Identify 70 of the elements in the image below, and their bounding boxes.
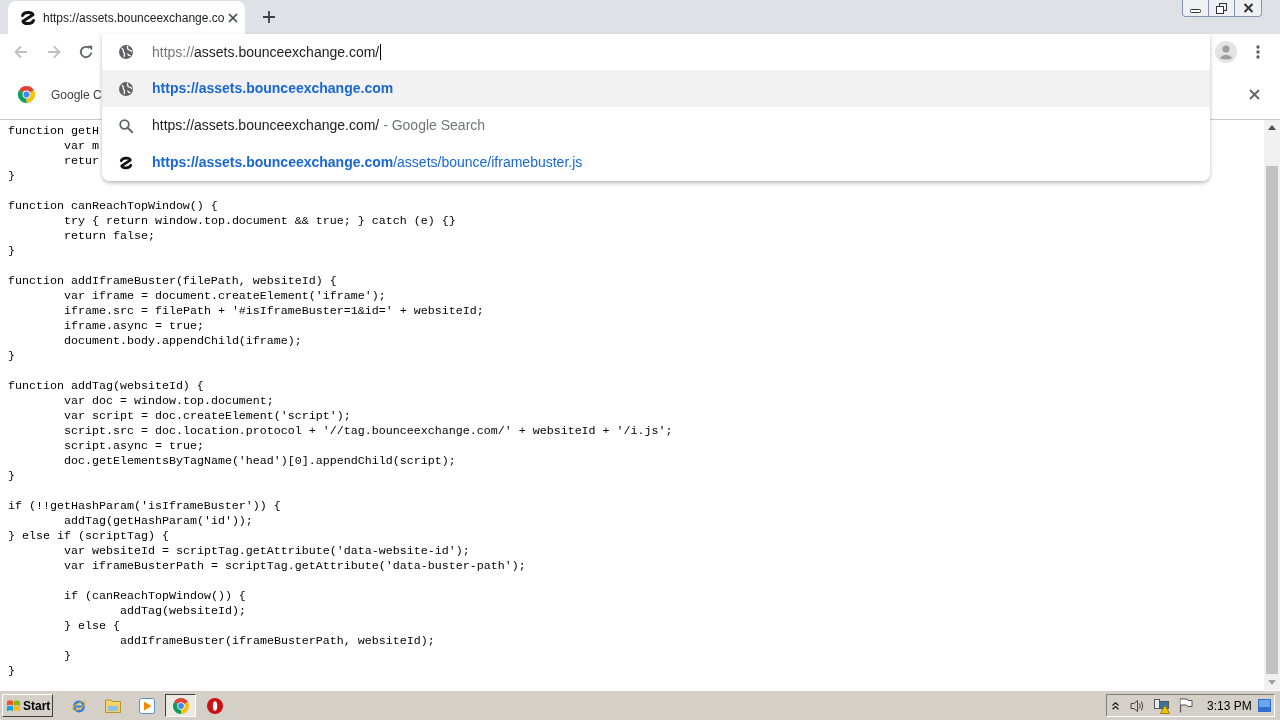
reload-icon[interactable] [79, 45, 93, 59]
scroll-up-arrow-icon[interactable] [1268, 125, 1276, 130]
browser-logo-icon [18, 86, 35, 103]
code-line: addTag(websiteId); [120, 604, 246, 619]
code-line: addTag(getHashParam('id')); [64, 514, 253, 529]
close-icon [1242, 3, 1254, 13]
close-icon[interactable] [228, 12, 238, 23]
plus-icon[interactable] [263, 11, 275, 23]
code-line: function addIframeBuster(filePath, websiteId) { [8, 274, 337, 289]
code-line: function getH [8, 124, 99, 139]
code-line: if (canReachTopWindow()) { [64, 589, 246, 604]
chevron-up-icon[interactable] [1112, 701, 1119, 710]
infobar-text: Google C [51, 86, 102, 104]
search-icon [119, 118, 133, 133]
address-field[interactable]: https://assets.bounceexchange.com/ [102, 34, 1210, 70]
avatar-icon[interactable] [1215, 41, 1237, 63]
code-line: } else if (scriptTag) { [8, 529, 169, 544]
code-line: script.async = true; [64, 439, 204, 454]
suggestion-item[interactable]: https://assets.bounceexchange.com/assets/bounce/iframebuster.js [102, 144, 1210, 181]
suggestion-item[interactable]: https://assets.bounceexchange.com [102, 70, 1210, 107]
code-line: } [8, 169, 15, 184]
code-line: function addTag(websiteId) { [8, 379, 204, 394]
code-line: } [8, 469, 15, 484]
suggestion-item[interactable]: https://assets.bounceexchange.com/ - Google Search [102, 107, 1210, 144]
taskbar-app-button[interactable] [165, 694, 196, 717]
speaker-icon[interactable] [1130, 698, 1145, 713]
menu-icon[interactable] [1256, 45, 1260, 59]
code-line: addIframeBuster(iframeBusterPath, websiteId); [120, 634, 435, 649]
minimize-icon [1190, 8, 1201, 13]
code-line: var websiteId = scriptTag.getAttribute('data-website-id'); [64, 544, 470, 559]
folder-icon [104, 698, 121, 713]
code-line: } [8, 349, 15, 364]
code-line: var iframeBusterPath = scriptTag.getAttribute('data-buster-path'); [64, 559, 526, 574]
code-line: document.body.appendChild(iframe); [64, 334, 302, 349]
swirl-logo-icon [20, 9, 36, 26]
flag-logo-icon [6, 698, 21, 713]
code-line: } [8, 244, 15, 259]
code-line: try { return window.top.document && true; } catch (e) {} [64, 214, 456, 229]
code-line: } [8, 664, 15, 679]
globe-icon [119, 81, 133, 96]
close-icon[interactable] [1249, 89, 1260, 100]
code-line: script.src = doc.location.protocol + '//tag.bounceexchange.com/' + websiteId + '/i.js'; [64, 424, 673, 439]
text-cursor [380, 44, 382, 60]
browser-tab[interactable]: https://assets.bounceexchange.co [8, 1, 245, 34]
code-line: function canReachTopWindow() { [8, 199, 218, 214]
network-warning-icon[interactable] [1154, 697, 1170, 714]
code-line: var script = doc.createElement('script'); [64, 409, 351, 424]
circle-logo-icon [206, 697, 223, 714]
close-button[interactable] [1235, 0, 1261, 16]
minimize-button[interactable] [1183, 0, 1209, 16]
flag-icon[interactable] [1179, 698, 1193, 713]
code-line: var doc = window.top.document; [64, 394, 274, 409]
code-line: return false; [64, 229, 155, 244]
browser-logo-icon [172, 697, 189, 714]
play-icon [138, 697, 155, 714]
code-line: iframe.async = true; [64, 319, 204, 334]
restore-button[interactable] [1209, 0, 1235, 16]
code-line: } else { [64, 619, 120, 634]
code-line: var m [64, 139, 99, 154]
code-line: doc.getElementsByTagName('head')[0].appendChild(script); [64, 454, 456, 469]
swirl-logo-icon [119, 155, 133, 170]
code-line: } [64, 649, 71, 664]
code-line: retur [64, 154, 99, 169]
code-line: if (!!getHashParam('isIframeBuster')) { [8, 499, 281, 514]
start-button[interactable]: Start [2, 694, 53, 717]
restore-icon [1216, 2, 1227, 14]
code-line: iframe.src = filePath + '#isIframeBuster=1&id=' + websiteId; [64, 304, 484, 319]
globe-icon [119, 45, 133, 59]
scrollbar-thumb[interactable] [1266, 166, 1278, 674]
code-line: var iframe = document.createElement('iframe'); [64, 289, 386, 304]
